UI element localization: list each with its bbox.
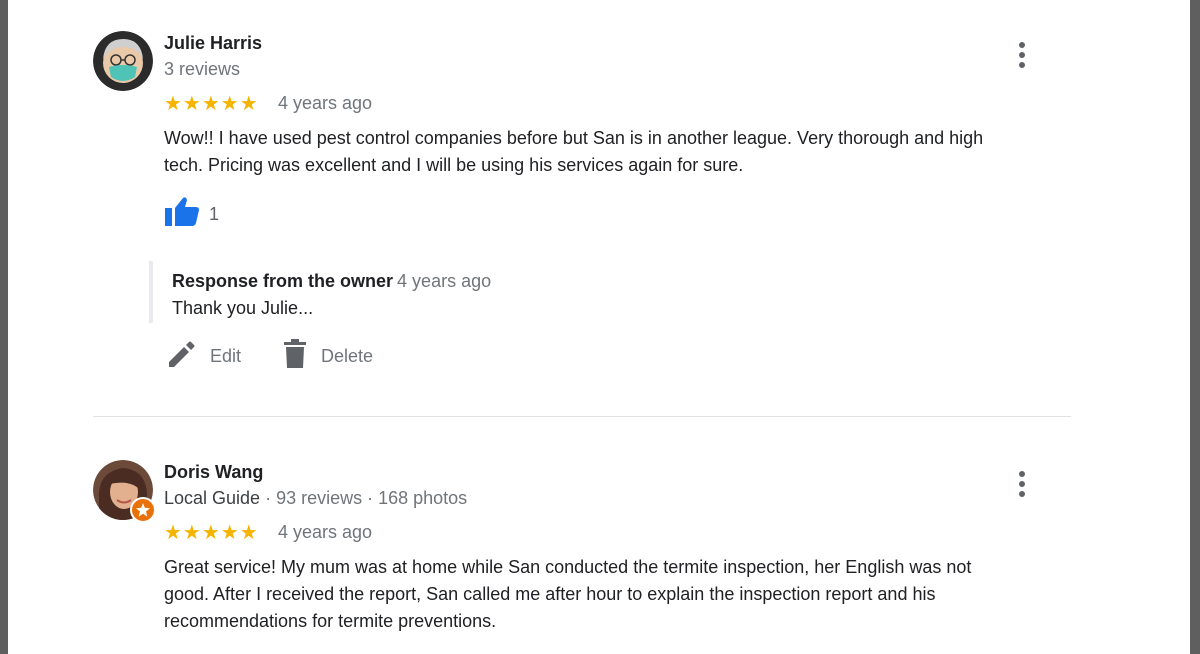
more-vert-icon[interactable] [1010, 469, 1034, 499]
owner-response-title: Response from the owner [172, 271, 394, 291]
owner-response-text: Thank you Julie... [172, 298, 314, 318]
delete-button[interactable]: Delete [283, 338, 374, 374]
reviewer-meta[interactable]: Local Guide · 93 reviews · 168 photos [164, 488, 467, 509]
review-text: Great service! My mum was at home while … [164, 554, 1074, 635]
review-text-line: recommendations for termite preventions. [164, 611, 497, 631]
review-divider [93, 416, 1071, 417]
review-text-line: Wow!! I have used pest control companies… [164, 128, 984, 148]
reviewer-review-count[interactable]: 3 reviews [164, 59, 240, 80]
like-count: 1 [209, 204, 220, 224]
more-vert-icon[interactable] [1010, 40, 1034, 70]
delete-label: Delete [321, 345, 374, 366]
owner-response-header: Response from the owner 4 years ago [172, 271, 491, 292]
edit-button[interactable]: Edit [166, 340, 241, 372]
review-age: 4 years ago [278, 522, 373, 542]
reviewer-review-count: · 93 reviews · 168 photos [260, 488, 468, 508]
owner-response-age: 4 years ago [397, 271, 492, 291]
review-text: Wow!! I have used pest control companies… [164, 125, 1074, 179]
review-text-line: Great service! My mum was at home while … [164, 557, 972, 577]
avatar[interactable] [93, 31, 153, 91]
review-text-line: tech. Pricing was excellent and I will b… [164, 155, 744, 175]
local-guide-label: Local Guide [164, 488, 261, 508]
trash-icon [283, 338, 307, 374]
edit-label: Edit [210, 345, 242, 366]
star-rating: ★★★★★ [164, 93, 259, 115]
owner-response: Response from the owner 4 years ago Thank… [149, 261, 1053, 323]
review-age: 4 years ago [278, 93, 373, 113]
review-text-line: good. After I received the report, San c… [164, 584, 936, 604]
reviewer-name[interactable]: Julie Harris [164, 33, 262, 54]
local-guide-star-icon [130, 497, 156, 523]
thumb-up-icon[interactable] [164, 196, 200, 228]
star-rating: ★★★★★ [164, 522, 259, 544]
reviewer-name[interactable]: Doris Wang [164, 462, 263, 483]
window-frame-right [1190, 0, 1200, 654]
pencil-icon [166, 339, 196, 374]
window-frame-left [0, 0, 8, 654]
